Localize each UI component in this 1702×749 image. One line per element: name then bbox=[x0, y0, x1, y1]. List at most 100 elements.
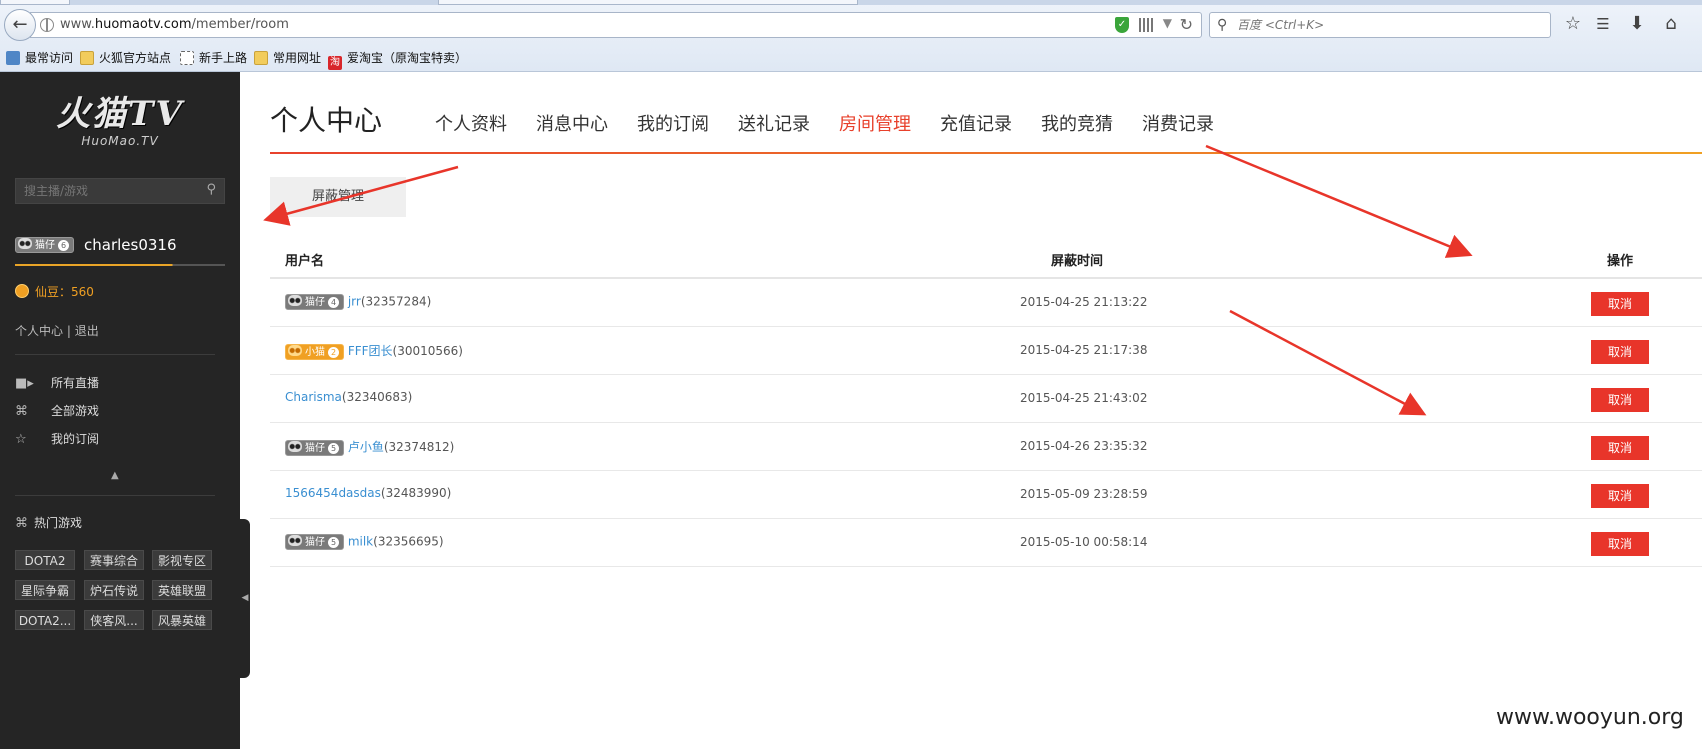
tab-room-management[interactable]: 房间管理 bbox=[839, 110, 911, 136]
folder-icon bbox=[80, 51, 94, 65]
search-icon[interactable]: ⚲ bbox=[206, 182, 216, 197]
star-icon: ☆ bbox=[15, 432, 27, 447]
title-underline bbox=[270, 152, 1702, 154]
blocked-username-link[interactable]: FFF团长 bbox=[348, 344, 393, 358]
streamer-search-input[interactable] bbox=[24, 183, 194, 199]
bookmark-item[interactable]: 新手上路 bbox=[180, 49, 247, 67]
page-icon bbox=[180, 51, 194, 65]
coin-icon bbox=[15, 284, 29, 298]
user-level-badge: 猫仔 5 bbox=[285, 439, 344, 456]
web-search-box[interactable]: ⚲ bbox=[1209, 12, 1551, 38]
watermark: www.wooyun.org bbox=[1496, 705, 1684, 730]
tab-spending-records[interactable]: 消费记录 bbox=[1142, 110, 1214, 136]
blocked-user: 猫仔 5 卢小鱼(32374812) bbox=[285, 438, 454, 456]
blocked-username-link[interactable]: Charisma bbox=[285, 390, 342, 404]
game-tag[interactable]: 影视专区 bbox=[152, 550, 212, 570]
user-id: (30010566) bbox=[392, 344, 463, 358]
blocked-username-link[interactable]: jrr bbox=[348, 295, 361, 309]
user-level-badge: 猫仔 6 bbox=[15, 236, 74, 253]
gamepad-icon: ⌘ bbox=[15, 404, 28, 419]
block-time: 2015-04-26 23:35:32 bbox=[1020, 439, 1148, 453]
bookmark-item[interactable]: 火狐官方站点 bbox=[80, 49, 171, 67]
game-tag[interactable]: 炉石传说 bbox=[84, 580, 144, 600]
cat-face-icon bbox=[288, 440, 302, 452]
bookmark-item[interactable]: 淘爱淘宝（原淘宝特卖） bbox=[328, 49, 467, 70]
game-tag[interactable]: DOTA2... bbox=[15, 610, 75, 630]
user-info: 猫仔 6 charles0316 bbox=[15, 234, 177, 254]
shield-icon[interactable]: ✓ bbox=[1115, 17, 1129, 33]
qr-code-icon[interactable] bbox=[1139, 18, 1153, 32]
sidebar: 火猫TV HuoMao.TV ⚲ 猫仔6 charles0316 仙豆：560 个… bbox=[0, 72, 250, 749]
navigation-bar: www.huomaotv.com/member/room ✓ ▼ ↻ ← ⚲ ☆… bbox=[0, 7, 1702, 43]
web-search-input[interactable] bbox=[1237, 16, 1537, 34]
game-tag[interactable]: 侠客风... bbox=[84, 610, 144, 630]
tab-my-guesses[interactable]: 我的竞猜 bbox=[1041, 110, 1113, 136]
username: charles0316 bbox=[84, 235, 177, 254]
table-row: 猫仔 4 jrr(32357284) 2015-04-25 21:13:22 取消 bbox=[270, 279, 1702, 327]
user-id: (32356695) bbox=[373, 534, 444, 549]
search-icon: ⚲ bbox=[1217, 17, 1228, 33]
link-separator: | bbox=[66, 324, 71, 338]
block-time: 2015-04-25 21:17:38 bbox=[1020, 343, 1148, 357]
sidebar-item-subscriptions[interactable]: ☆ 我的订阅 bbox=[15, 430, 99, 448]
tab-recharge-records[interactable]: 充值记录 bbox=[940, 110, 1012, 136]
address-bar[interactable]: www.huomaotv.com/member/room ✓ ▼ ↻ bbox=[30, 12, 1202, 38]
home-icon[interactable]: ⌂ bbox=[1660, 13, 1682, 35]
user-level-badge: 猫仔 5 bbox=[285, 534, 344, 550]
sidebar-item-all-live[interactable]: ■▸ 所有直播 bbox=[15, 374, 99, 392]
camera-icon: ■▸ bbox=[15, 376, 34, 391]
bookmarks-toolbar: 最常访问 火狐官方站点 新手上路 常用网址 淘爱淘宝（原淘宝特卖） bbox=[0, 45, 1702, 71]
blocked-users-table: 用户名 屏蔽时间 操作 猫仔 4 jrr(32357284) 2015-04-25 … bbox=[270, 237, 1702, 567]
folder-icon bbox=[254, 51, 268, 65]
block-time: 2015-04-25 21:13:22 bbox=[1020, 295, 1148, 309]
url-text[interactable]: www.huomaotv.com/member/room bbox=[60, 17, 289, 32]
game-tag[interactable]: 赛事综合 bbox=[84, 550, 144, 570]
browser-tab-active[interactable] bbox=[438, 0, 858, 5]
account-links: 个人中心 | 退出 bbox=[15, 322, 99, 339]
bookmark-item[interactable]: 常用网址 bbox=[254, 49, 321, 67]
bookmark-star-icon[interactable]: ☆ bbox=[1562, 13, 1584, 35]
unblock-button[interactable]: 取消 bbox=[1591, 436, 1649, 460]
game-tag[interactable]: 英雄联盟 bbox=[152, 580, 212, 600]
divider bbox=[15, 495, 215, 496]
reload-icon[interactable]: ↻ bbox=[1180, 15, 1193, 34]
coin-balance: 仙豆：560 bbox=[15, 284, 94, 300]
personal-center-link[interactable]: 个人中心 bbox=[15, 324, 63, 338]
game-tag[interactable]: DOTA2 bbox=[15, 550, 75, 570]
unblock-button[interactable]: 取消 bbox=[1591, 484, 1649, 508]
blocked-user: 1566454dasdas(32483990) bbox=[285, 486, 451, 500]
tab-subscriptions[interactable]: 我的订阅 bbox=[637, 110, 709, 136]
download-icon[interactable]: ⬇ bbox=[1626, 13, 1648, 35]
bookmarks-list-icon[interactable]: ☰ bbox=[1592, 13, 1614, 35]
tab-messages[interactable]: 消息中心 bbox=[536, 110, 608, 136]
cat-face-icon bbox=[288, 295, 302, 306]
tab-profile[interactable]: 个人资料 bbox=[435, 110, 507, 136]
table-row: 小猫 2 FFF团长(30010566) 2015-04-25 21:17:38 取消 bbox=[270, 327, 1702, 375]
unblock-button[interactable]: 取消 bbox=[1591, 532, 1649, 556]
unblock-button[interactable]: 取消 bbox=[1591, 340, 1649, 364]
user-id: (32483990) bbox=[380, 486, 452, 500]
tab-gift-records[interactable]: 送礼记录 bbox=[738, 110, 810, 136]
site-logo[interactable]: 火猫TV HuoMao.TV bbox=[45, 94, 195, 150]
bookmark-item[interactable]: 最常访问 bbox=[6, 49, 73, 67]
blocked-username-link[interactable]: milk bbox=[348, 535, 373, 549]
unblock-button[interactable]: 取消 bbox=[1591, 388, 1649, 412]
user-id: (32340683) bbox=[341, 390, 413, 404]
unblock-button[interactable]: 取消 bbox=[1591, 292, 1649, 316]
block-time: 2015-05-10 00:58:14 bbox=[1020, 535, 1148, 549]
collapse-up-icon[interactable]: ▲ bbox=[111, 470, 119, 481]
sidebar-item-all-games[interactable]: ⌘ 全部游戏 bbox=[15, 402, 99, 420]
user-id: (32374812) bbox=[383, 440, 455, 454]
browser-tab[interactable] bbox=[0, 0, 70, 5]
cat-face-icon bbox=[18, 237, 32, 249]
back-button[interactable]: ← bbox=[4, 9, 36, 41]
logout-link[interactable]: 退出 bbox=[75, 324, 99, 338]
game-tag[interactable]: 风暴英雄 bbox=[152, 610, 212, 630]
blocked-username-link[interactable]: 卢小鱼 bbox=[348, 440, 384, 454]
browser-chrome: www.huomaotv.com/member/room ✓ ▼ ↻ ← ⚲ ☆… bbox=[0, 0, 1702, 72]
dropdown-arrow-icon[interactable]: ▼ bbox=[1163, 16, 1172, 30]
subtab-block-management[interactable]: 屏蔽管理 bbox=[270, 177, 406, 217]
blocked-username-link[interactable]: 1566454dasdas bbox=[285, 486, 381, 500]
game-tag[interactable]: 星际争霸 bbox=[15, 580, 75, 600]
table-body: 猫仔 4 jrr(32357284) 2015-04-25 21:13:22 取消 小猫… bbox=[270, 279, 1702, 567]
